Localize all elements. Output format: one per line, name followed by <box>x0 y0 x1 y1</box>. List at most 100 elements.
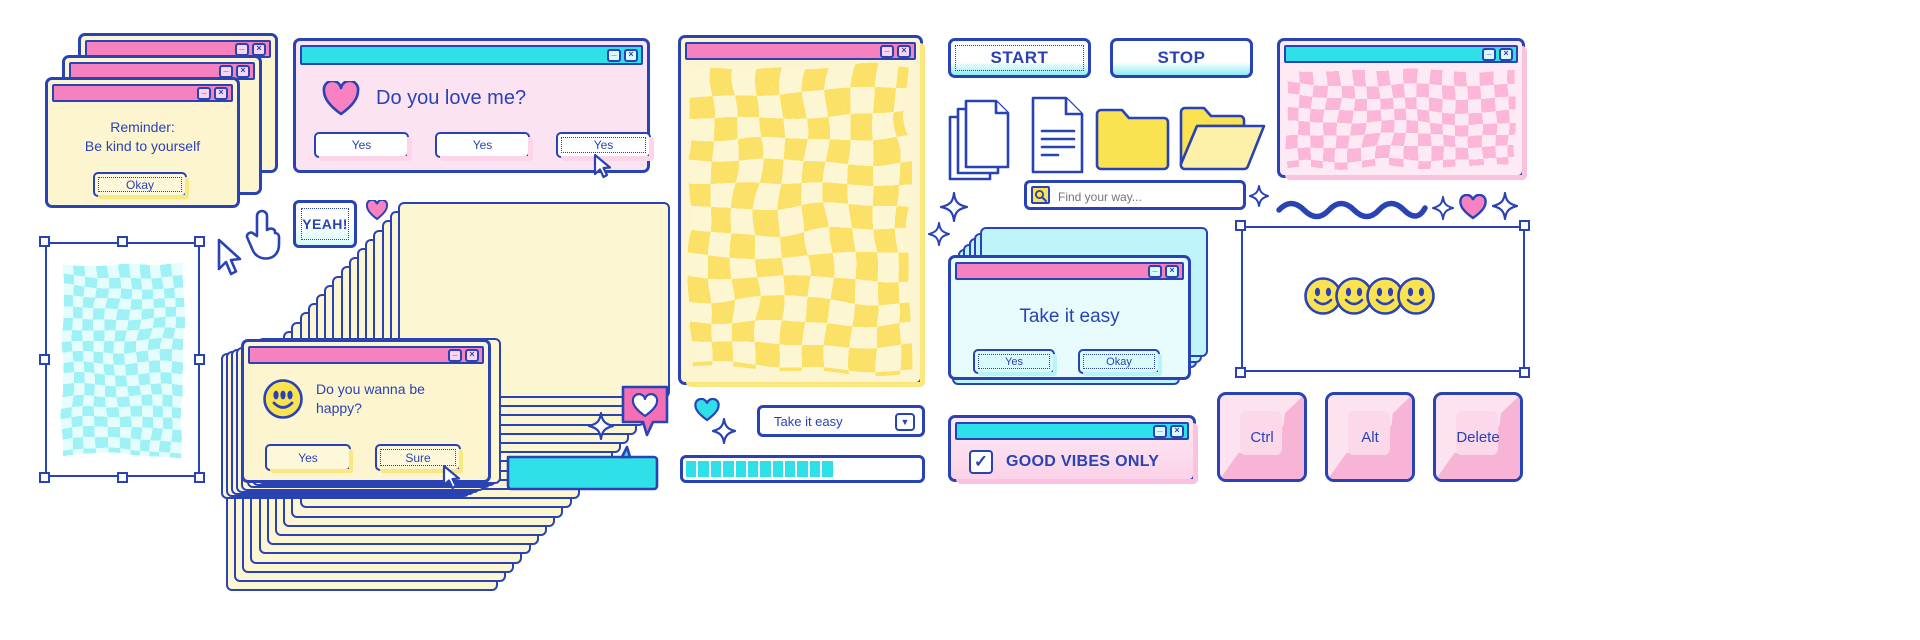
yes-button-1[interactable]: Yes <box>314 132 412 161</box>
yes-button[interactable]: Yes <box>973 349 1057 376</box>
minimize-glyph: _ <box>611 46 617 57</box>
take-it-easy-window[interactable]: _ × Take it easy Yes Okay <box>948 255 1191 380</box>
do-you-wanna-be-happy-window[interactable]: _ × Do you wanna be happy? Yes Sure <box>241 339 491 490</box>
chevron-down-icon[interactable]: ▼ <box>895 413 915 431</box>
minimize-glyph: _ <box>201 84 207 95</box>
close-button[interactable]: × <box>1170 424 1184 438</box>
okay-button[interactable]: Okay <box>1078 349 1162 376</box>
good-vibes-only-window[interactable]: _ × ✓ GOOD VIBES ONLY <box>948 415 1198 484</box>
heart-icon <box>322 81 360 116</box>
good-vibes-checkbox[interactable]: ✓ <box>969 450 993 474</box>
minimize-glyph: _ <box>239 40 245 51</box>
selection-handle-tr[interactable] <box>194 236 205 247</box>
window-shadow <box>1522 46 1527 180</box>
window-shadow <box>1193 423 1198 484</box>
yes-button[interactable]: Yes <box>265 444 353 473</box>
find-your-way-search[interactable] <box>1024 180 1246 210</box>
happy-line-1: Do you wanna be <box>316 381 425 398</box>
minimize-button[interactable]: _ <box>1482 45 1496 61</box>
minimize-button[interactable]: _ <box>219 62 233 78</box>
close-glyph: × <box>1503 47 1509 58</box>
documents-stack-icon[interactable] <box>946 95 1024 185</box>
close-button[interactable]: × <box>252 42 266 56</box>
close-glyph: × <box>1174 424 1180 435</box>
minimize-glyph: _ <box>1486 45 1492 56</box>
cursor-arrow-icon <box>593 153 612 179</box>
selection-handle-tc[interactable] <box>117 236 128 247</box>
heart-speech-bubble[interactable] <box>621 385 669 443</box>
cyan-checker-selection[interactable] <box>39 236 205 483</box>
titlebar[interactable]: _ × <box>300 45 643 65</box>
progress-segment <box>909 461 919 477</box>
selection-handle-br[interactable] <box>1519 367 1530 378</box>
chevron-glyph: ▼ <box>900 417 910 427</box>
do-you-love-me-window[interactable]: _ × Do you love me? Yes Yes Yes <box>293 38 654 179</box>
close-button[interactable]: × <box>236 64 250 78</box>
key-delete-label: Delete <box>1456 428 1500 446</box>
window-shadow-bottom <box>686 382 925 387</box>
selection-handle-tl[interactable] <box>39 236 50 247</box>
minimize-button[interactable]: _ <box>197 84 211 100</box>
titlebar[interactable]: _ × <box>1284 45 1518 63</box>
cursor-arrow-icon-3 <box>442 464 461 490</box>
close-button[interactable]: × <box>624 48 638 62</box>
minimize-button[interactable]: _ <box>880 43 894 58</box>
close-button[interactable]: × <box>897 44 911 58</box>
pink-checker-window[interactable]: _ × <box>1277 38 1527 180</box>
selection-handle-mr[interactable] <box>194 354 205 365</box>
yes-button-2[interactable]: Yes <box>435 132 533 161</box>
close-button[interactable]: × <box>214 86 228 100</box>
progress-segment <box>896 461 906 477</box>
key-ctrl[interactable]: Ctrl <box>1217 392 1307 482</box>
smiley-selection-frame[interactable] <box>1235 220 1530 378</box>
happy-line-2: happy? <box>316 400 362 416</box>
cyan-speech-bubble[interactable] <box>506 445 662 491</box>
minimize-glyph: _ <box>1152 262 1158 273</box>
selection-handle-tl[interactable] <box>1235 220 1246 231</box>
checker-pattern-pink <box>1287 70 1515 168</box>
selection-handle-bl[interactable] <box>39 472 50 483</box>
minimize-glyph: _ <box>223 62 229 73</box>
progress-segment <box>859 461 869 477</box>
minimize-glyph: _ <box>452 346 458 357</box>
minimize-button[interactable]: _ <box>448 346 462 362</box>
selection-handle-tr[interactable] <box>1519 220 1530 231</box>
minimize-button[interactable]: _ <box>1153 423 1167 438</box>
stop-button[interactable]: STOP <box>1110 38 1253 78</box>
progress-segment <box>872 461 882 477</box>
close-button[interactable]: × <box>1165 264 1179 278</box>
selection-handle-br[interactable] <box>194 472 205 483</box>
titlebar[interactable]: _ × <box>955 422 1189 440</box>
selection-handle-bl[interactable] <box>1235 367 1246 378</box>
smiley-icon <box>263 379 303 419</box>
smiley-group <box>1303 276 1436 316</box>
minimize-button[interactable]: _ <box>607 46 621 62</box>
button-shadow-bottom <box>978 372 1057 376</box>
folder-closed-icon[interactable] <box>1094 98 1172 172</box>
titlebar[interactable]: _ × <box>955 262 1184 280</box>
close-button[interactable]: × <box>1499 47 1513 61</box>
text-document-icon[interactable] <box>1030 95 1086 175</box>
wavy-line-icon <box>1276 200 1428 220</box>
selection-handle-bc[interactable] <box>117 472 128 483</box>
sparkle-icon-6 <box>1432 196 1454 220</box>
stop-button-label: STOP <box>1157 48 1206 67</box>
close-button[interactable]: × <box>465 348 479 362</box>
titlebar[interactable]: _ × <box>248 346 484 364</box>
key-delete[interactable]: Delete <box>1433 392 1523 482</box>
folder-open-icon[interactable] <box>1178 98 1268 176</box>
take-it-easy-message: Take it easy <box>1019 306 1120 327</box>
search-input[interactable] <box>1056 186 1239 207</box>
titlebar[interactable]: _ × <box>52 84 233 102</box>
start-button[interactable]: START <box>948 38 1091 78</box>
reminder-window[interactable]: _ × Reminder: Be kind to yourself Okay <box>45 77 240 208</box>
minimize-button[interactable]: _ <box>1148 262 1162 278</box>
yellow-checker-window[interactable]: _ × <box>678 35 925 387</box>
key-alt[interactable]: Alt <box>1325 392 1415 482</box>
titlebar[interactable]: _ × <box>685 42 916 60</box>
take-it-easy-dropdown[interactable]: Take it easy ▼ <box>757 405 925 437</box>
selection-handle-ml[interactable] <box>39 354 50 365</box>
minimize-button[interactable]: _ <box>235 40 249 56</box>
magnifier-icon[interactable] <box>1031 186 1050 204</box>
okay-button[interactable]: Okay <box>93 172 189 199</box>
